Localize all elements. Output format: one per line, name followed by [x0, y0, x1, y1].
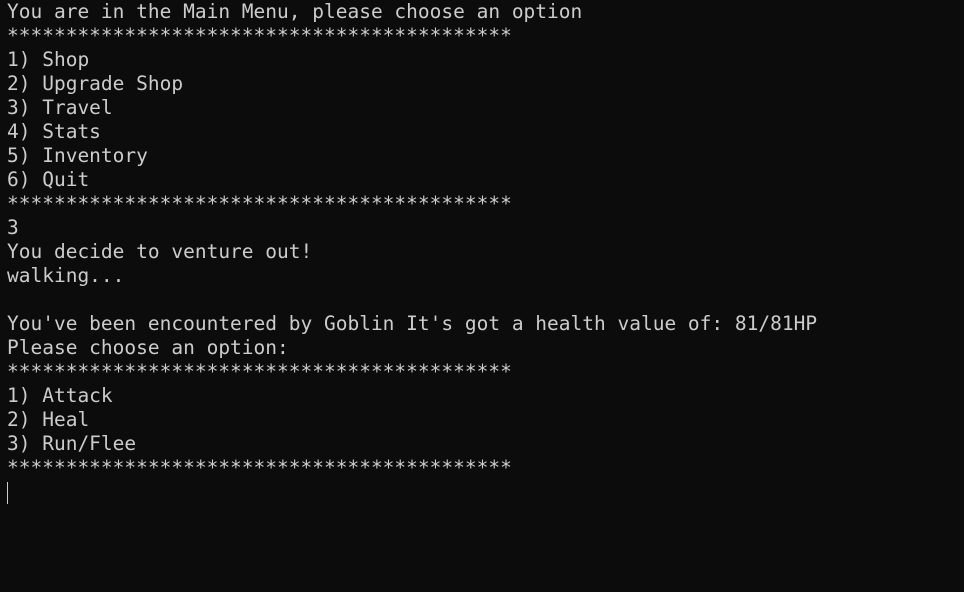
battle-option-run-flee: 3) Run/Flee — [7, 432, 137, 455]
menu-option-inventory: 5) Inventory — [7, 144, 148, 167]
text-cursor — [7, 482, 8, 504]
main-menu-prompt: You are in the Main Menu, please choose … — [7, 0, 583, 23]
menu-option-upgrade-shop: 2) Upgrade Shop — [7, 72, 184, 95]
separator: ****************************************… — [7, 360, 512, 383]
user-input-echo: 3 — [7, 216, 19, 239]
encounter-prompt: Please choose an option: — [7, 336, 289, 359]
input-line[interactable] — [7, 480, 964, 504]
menu-option-travel: 3) Travel — [7, 96, 113, 119]
separator: ****************************************… — [7, 456, 512, 479]
terminal-window[interactable]: You are in the Main Menu, please choose … — [0, 0, 964, 592]
travel-message: You decide to venture out! — [7, 240, 313, 263]
menu-option-shop: 1) Shop — [7, 48, 90, 71]
encounter-message: You've been encountered by Goblin It's g… — [7, 312, 818, 335]
menu-option-stats: 4) Stats — [7, 120, 101, 143]
menu-option-quit: 6) Quit — [7, 168, 90, 191]
travel-status: walking... — [7, 264, 125, 287]
battle-option-heal: 2) Heal — [7, 408, 90, 431]
separator: ****************************************… — [7, 192, 512, 215]
separator: ****************************************… — [7, 24, 512, 47]
battle-option-attack: 1) Attack — [7, 384, 113, 407]
